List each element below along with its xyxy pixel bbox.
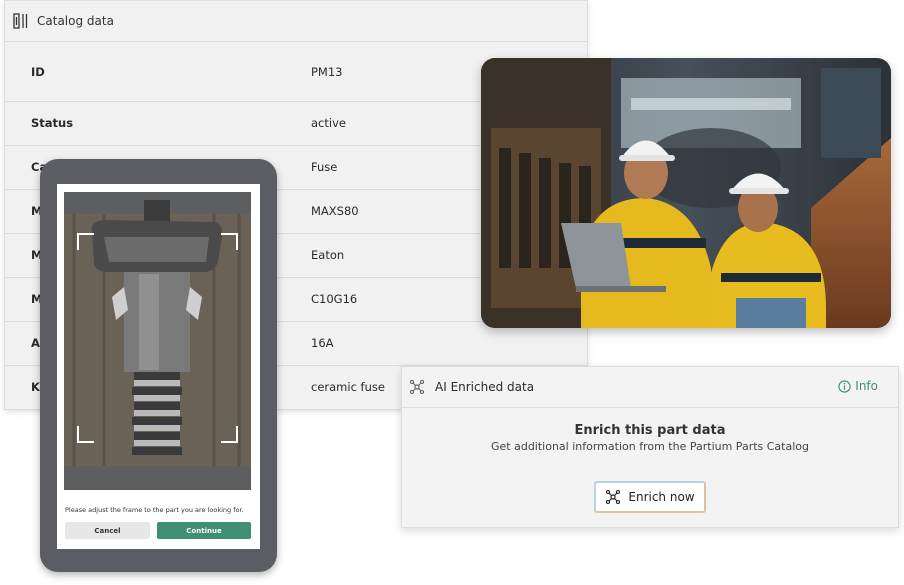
catalog-row-value: ceramic fuse xyxy=(311,380,385,394)
catalog-row-value: MAXS80 xyxy=(311,204,359,218)
catalog-row-value: PM13 xyxy=(311,65,343,79)
catalog-row-key: ID xyxy=(31,65,45,79)
catalog-row-value: active xyxy=(311,116,346,130)
continue-button[interactable]: Continue xyxy=(157,522,251,539)
enrich-subheading: Get additional information from the Part… xyxy=(491,440,809,453)
cancel-button[interactable]: Cancel xyxy=(65,522,150,539)
info-label: Info xyxy=(855,379,878,393)
ball-screw-image xyxy=(64,192,251,490)
catalog-header: Catalog data xyxy=(5,1,587,42)
frame-hint: Please adjust the frame to the part you … xyxy=(65,506,244,514)
ai-enriched-title: AI Enriched data xyxy=(435,380,535,394)
ai-enriched-header: AI Enriched data Info xyxy=(402,367,898,408)
info-icon xyxy=(838,379,851,393)
catalog-title: Catalog data xyxy=(37,14,114,28)
catalog-icon xyxy=(13,13,28,29)
network-icon xyxy=(606,489,621,505)
workers-photo xyxy=(481,58,891,328)
enrich-now-label: Enrich now xyxy=(628,490,695,504)
phone-screen: Please adjust the frame to the part you … xyxy=(57,184,260,549)
catalog-row-value: 16A xyxy=(311,336,334,350)
enrich-now-button[interactable]: Enrich now xyxy=(594,481,706,513)
phone-mockup: Please adjust the frame to the part you … xyxy=(40,159,277,572)
catalog-row-key: Status xyxy=(31,116,74,130)
network-icon xyxy=(409,379,425,395)
info-link[interactable]: Info xyxy=(838,379,878,393)
enrich-heading: Enrich this part data xyxy=(574,423,726,438)
ai-enriched-card: AI Enriched data Info Enrich this part d… xyxy=(401,366,899,528)
catalog-row-value: Eaton xyxy=(311,248,345,262)
camera-view[interactable] xyxy=(64,192,251,490)
workers-image xyxy=(481,58,891,328)
catalog-row-value: Fuse xyxy=(311,160,338,174)
catalog-row-value: C10G16 xyxy=(311,292,358,306)
catalog-row-key: A xyxy=(31,336,40,350)
